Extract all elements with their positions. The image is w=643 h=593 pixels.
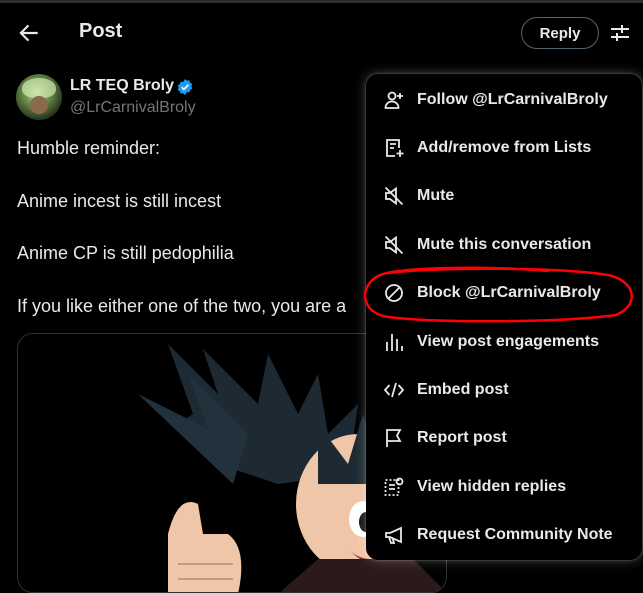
menu-item-label: Follow @LrCarnivalBroly [417,91,608,108]
menu-item-embed[interactable]: Embed post [366,366,642,414]
menu-item-label: View hidden replies [417,478,567,495]
menu-item-follow[interactable]: Follow @LrCarnivalBroly [366,76,642,124]
menu-item-hidden-replies[interactable]: View hidden replies [366,463,642,511]
bar-chart-icon [384,332,404,352]
back-arrow-icon[interactable] [16,20,42,46]
reply-button[interactable]: Reply [521,17,599,49]
code-icon [383,380,405,400]
page-title: Post [79,20,123,42]
menu-item-community-note[interactable]: Request Community Note [366,511,642,559]
menu-item-label: Report post [417,429,507,446]
hidden-replies-icon [384,477,404,497]
menu-item-label: View post engagements [417,333,599,350]
menu-item-label: Add/remove from Lists [417,139,592,156]
tweet-text-line: Anime CP is still pedophilia [17,243,234,263]
mute-icon [384,186,404,206]
menu-item-label: Mute [417,187,455,204]
menu-item-label: Mute this conversation [417,236,592,253]
flag-icon [384,428,404,448]
megaphone-icon [384,525,404,545]
add-user-icon [384,90,404,110]
menu-item-mute-conversation[interactable]: Mute this conversation [366,221,642,269]
tweet-text-line: Anime incest is still incest [17,191,222,211]
list-add-icon [384,138,404,158]
menu-item-lists[interactable]: Add/remove from Lists [366,124,642,172]
author-display-name[interactable]: LR TEQ Broly [70,77,174,95]
sliders-icon[interactable] [609,22,631,44]
verified-badge-icon[interactable] [176,78,194,96]
avatar[interactable] [16,74,62,120]
window-top-border [0,0,643,3]
menu-item-mute[interactable]: Mute [366,172,642,220]
tweet-text-line: Humble reminder: [17,138,161,158]
author-handle[interactable]: @LrCarnivalBroly [70,99,196,117]
menu-item-label: Request Community Note [417,526,613,543]
menu-item-report[interactable]: Report post [366,414,642,462]
red-circle-annotation [358,265,638,325]
menu-item-engagements[interactable]: View post engagements [366,318,642,366]
tweet-text-line: If you like either one of the two, you a… [17,296,347,316]
menu-item-label: Embed post [417,381,509,398]
mute-icon [384,235,404,255]
